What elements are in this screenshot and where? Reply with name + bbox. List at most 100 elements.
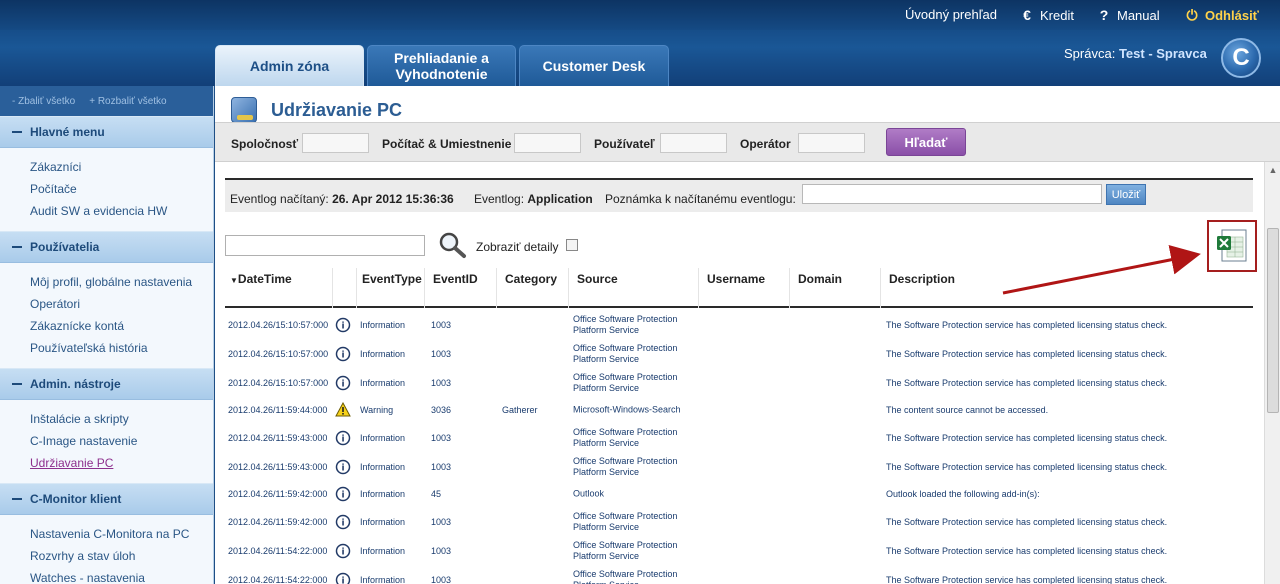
sidebar-item-watches[interactable]: Watches - nastavenia (30, 567, 213, 584)
sidebar-item-computers[interactable]: Počítače (30, 178, 213, 200)
svg-text:i: i (341, 321, 344, 331)
cell-eventid: 1003 (431, 377, 452, 388)
top-navigation: Úvodný prehľad € Kredit ? Manual ⏻ Odhlásiť (0, 0, 1280, 30)
table-row[interactable]: 2012.04.26/11:59:44:000 Warning 3036 Gather… (225, 397, 1253, 423)
table-row[interactable]: i 2012.04.26/11:59:42:000 Information 45 Out… (225, 481, 1253, 507)
excel-icon (1217, 229, 1247, 262)
table-row[interactable]: i 2012.04.26/15:10:57:000 Information 1003 O… (225, 310, 1253, 339)
sidebar-item-user-history[interactable]: Používateľská história (30, 337, 213, 359)
operator-label: Operátor (740, 137, 791, 151)
cell-datetime: 2012.04.26/11:59:42:000 (228, 489, 328, 499)
table-row[interactable]: i 2012.04.26/11:54:22:000 Information 1003 O… (225, 536, 1253, 565)
user-label: Používateľ (594, 137, 655, 151)
tab-admin-zone[interactable]: Admin zóna (215, 45, 364, 86)
sidebar-item-customers[interactable]: Zákazníci (30, 156, 213, 178)
table-row[interactable]: i 2012.04.26/11:54:22:000 Information 1003 O… (225, 565, 1253, 584)
cell-eventid: 1003 (431, 432, 452, 443)
cell-description: The Software Protection service has comp… (886, 348, 1168, 359)
excel-export-button[interactable] (1207, 220, 1257, 272)
operator-input[interactable] (798, 133, 865, 153)
table-row[interactable]: i 2012.04.26/11:59:43:000 Information 1003 O… (225, 452, 1253, 481)
cell-eventtype: Information (360, 545, 406, 556)
table-row[interactable]: i 2012.04.26/15:10:57:000 Information 1003 O… (225, 339, 1253, 368)
sidebar-item-pc-maintenance[interactable]: Udržiavanie PC (30, 452, 213, 474)
sidebar-item-c-monitor-settings[interactable]: Nastavenia C-Monitora na PC (30, 523, 213, 545)
cell-eventid: 3036 (431, 405, 452, 415)
info-icon: i (335, 572, 351, 584)
app-logo: C (1221, 38, 1261, 78)
cell-source: Office Software Protection Platform Serv… (573, 426, 678, 448)
svg-text:i: i (341, 491, 344, 501)
cell-datetime: 2012.04.26/11:54:22:000 (228, 574, 328, 584)
credit-link[interactable]: € Kredit (1020, 7, 1074, 23)
company-label: Spoločnosť (231, 137, 299, 151)
sidebar-item-schedules[interactable]: Rozvrhy a stav úloh (30, 545, 213, 567)
info-icon: i (335, 514, 351, 530)
col-username[interactable]: Username (699, 268, 790, 308)
svg-text:i: i (341, 463, 344, 473)
power-icon: ⏻ (1186, 7, 1198, 23)
col-eventid[interactable]: EventID (425, 268, 497, 308)
table-row[interactable]: i 2012.04.26/11:59:42:000 Information 1003 O… (225, 507, 1253, 536)
expand-all-link[interactable]: + Rozbaliť všetko (89, 96, 166, 107)
vertical-scrollbar[interactable]: ▲ (1264, 162, 1280, 584)
show-details-label: Zobraziť detaily (476, 240, 559, 254)
sidebar-item-customer-accounts[interactable]: Zákaznícke kontá (30, 315, 213, 337)
search-button[interactable]: Hľadať (886, 128, 966, 156)
svg-text:i: i (341, 434, 344, 444)
sidebar-item-installations[interactable]: Inštalácie a skripty (30, 408, 213, 430)
sidebar-section-items: Nastavenia C-Monitora na PC Rozvrhy a st… (0, 515, 213, 584)
col-category[interactable]: Category (497, 268, 569, 308)
search-icon[interactable] (437, 231, 467, 259)
table-row[interactable]: i 2012.04.26/11:59:43:000 Information 1003 O… (225, 423, 1253, 452)
sidebar-section-main-menu[interactable]: Hlavné menu (0, 116, 213, 148)
company-input[interactable] (302, 133, 369, 153)
table-filter-input[interactable] (225, 235, 425, 256)
cell-description: The Software Protection service has comp… (886, 461, 1168, 472)
manual-link[interactable]: ? Manual (1097, 7, 1160, 23)
col-eventtype[interactable]: EventType (357, 268, 425, 308)
show-details-checkbox[interactable] (566, 239, 578, 251)
sidebar-item-my-profile[interactable]: Môj profil, globálne nastavenia (30, 271, 213, 293)
collapse-icon (12, 498, 22, 500)
sidebar-section-admin-tools[interactable]: Admin. nástroje (0, 368, 213, 400)
eventlog-loaded: Eventlog načítaný: 26. Apr 2012 15:36:36 (230, 192, 454, 206)
svg-text:i: i (341, 518, 344, 528)
table-row[interactable]: i 2012.04.26/15:10:57:000 Information 1003 O… (225, 368, 1253, 397)
sidebar-section-users[interactable]: Používatelia (0, 231, 213, 263)
user-input[interactable] (660, 133, 727, 153)
info-icon: i (335, 346, 351, 362)
eventlog-note-input[interactable] (802, 184, 1102, 204)
logout-link[interactable]: ⏻ Odhlásiť (1185, 7, 1258, 24)
computer-input[interactable] (514, 133, 581, 153)
sidebar-item-operators[interactable]: Operátori (30, 293, 213, 315)
col-source[interactable]: Source (569, 268, 699, 308)
sidebar-section-c-monitor[interactable]: C-Monitor klient (0, 483, 213, 515)
warning-icon (335, 401, 351, 418)
scrollbar-thumb[interactable] (1267, 228, 1279, 413)
cell-eventid: 1003 (431, 319, 452, 330)
col-datetime[interactable]: ▼DateTime (225, 268, 333, 308)
admin-user-label: Správca: Test - Spravca (1064, 46, 1207, 61)
cell-description: The Software Protection service has comp… (886, 516, 1168, 527)
info-icon: i (335, 486, 351, 502)
collapse-all-link[interactable]: - Zbaliť všetko (12, 96, 75, 107)
tab-customer-desk[interactable]: Customer Desk (519, 45, 669, 86)
sidebar-collapse-controls: - Zbaliť všetko + Rozbaliť všetko (0, 86, 213, 116)
sidebar-item-audit[interactable]: Audit SW a evidencia HW (30, 200, 213, 222)
sidebar-item-c-image[interactable]: C-Image nastavenie (30, 430, 213, 452)
home-overview-link[interactable]: Úvodný prehľad (905, 7, 997, 22)
svg-text:i: i (341, 350, 344, 360)
cell-datetime: 2012.04.26/11:59:43:000 (228, 432, 328, 443)
col-domain[interactable]: Domain (790, 268, 881, 308)
svg-text:i: i (341, 576, 344, 584)
scroll-up-icon[interactable]: ▲ (1265, 162, 1280, 178)
cell-source: Office Software Protection Platform Serv… (573, 455, 678, 477)
cell-eventtype: Information (360, 319, 406, 330)
save-button[interactable]: Uložiť (1106, 184, 1146, 205)
tab-browsing-evaluation[interactable]: Prehliadanie a Vyhodnotenie (367, 45, 516, 86)
admin-user-link[interactable]: Test - Spravca (1119, 46, 1207, 61)
info-icon: i (335, 543, 351, 559)
info-icon: i (335, 317, 351, 333)
cell-datetime: 2012.04.26/15:10:57:000 (228, 348, 329, 359)
